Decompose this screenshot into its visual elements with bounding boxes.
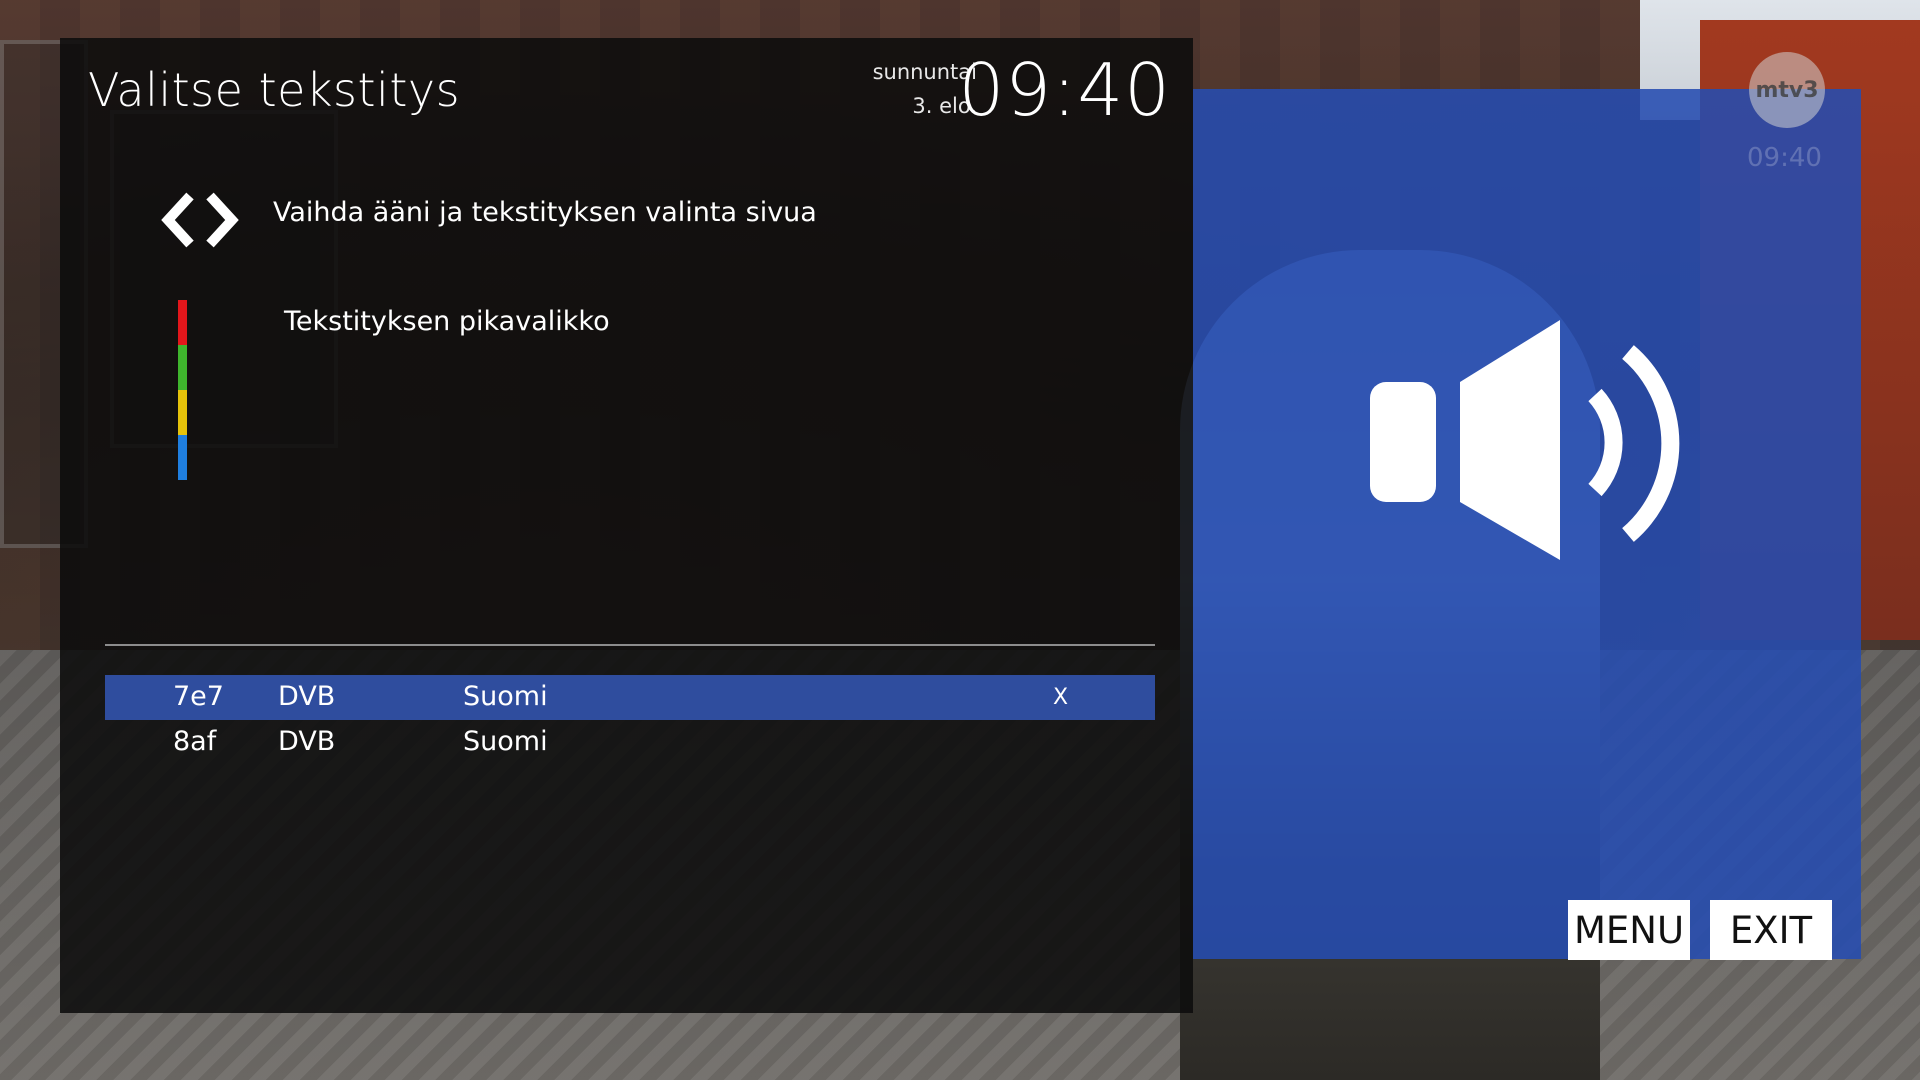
subtitle-language: Suomi (463, 726, 548, 757)
subtitle-language: Suomi (463, 681, 548, 712)
subtitle-pid: 7e7 (173, 681, 224, 712)
color-keys-icon (178, 300, 187, 480)
subtitle-row[interactable]: 8af DVB Suomi (105, 720, 1155, 765)
menu-button[interactable]: MENU (1568, 900, 1690, 960)
nav-hint-text: Vaihda ääni ja tekstityksen valinta sivu… (273, 197, 817, 228)
channel-logo: mtv3 (1749, 52, 1825, 128)
speaker-icon (1370, 320, 1680, 560)
page-title: Valitse tekstitys (88, 63, 461, 117)
subtitle-dialog: Valitse tekstitys sunnuntai 3. elo. 09:4… (60, 38, 1193, 1013)
active-marker: X (1053, 685, 1069, 710)
exit-button[interactable]: EXIT (1710, 900, 1832, 960)
left-right-arrows-icon (161, 192, 239, 248)
clock: 09:40 (958, 48, 1171, 132)
subtitle-pid: 8af (173, 726, 217, 757)
subtitle-row[interactable]: 7e7 DVB Suomi X (105, 675, 1155, 720)
divider (105, 644, 1155, 646)
quick-menu-hint-text: Tekstityksen pikavalikko (284, 306, 610, 337)
blue-key-icon (178, 435, 187, 480)
subtitle-type: DVB (278, 681, 336, 712)
red-key-icon (178, 300, 187, 345)
yellow-key-icon (178, 390, 187, 435)
subtitle-type: DVB (278, 726, 336, 757)
green-key-icon (178, 345, 187, 390)
channel-clock: 09:40 (1747, 143, 1822, 173)
